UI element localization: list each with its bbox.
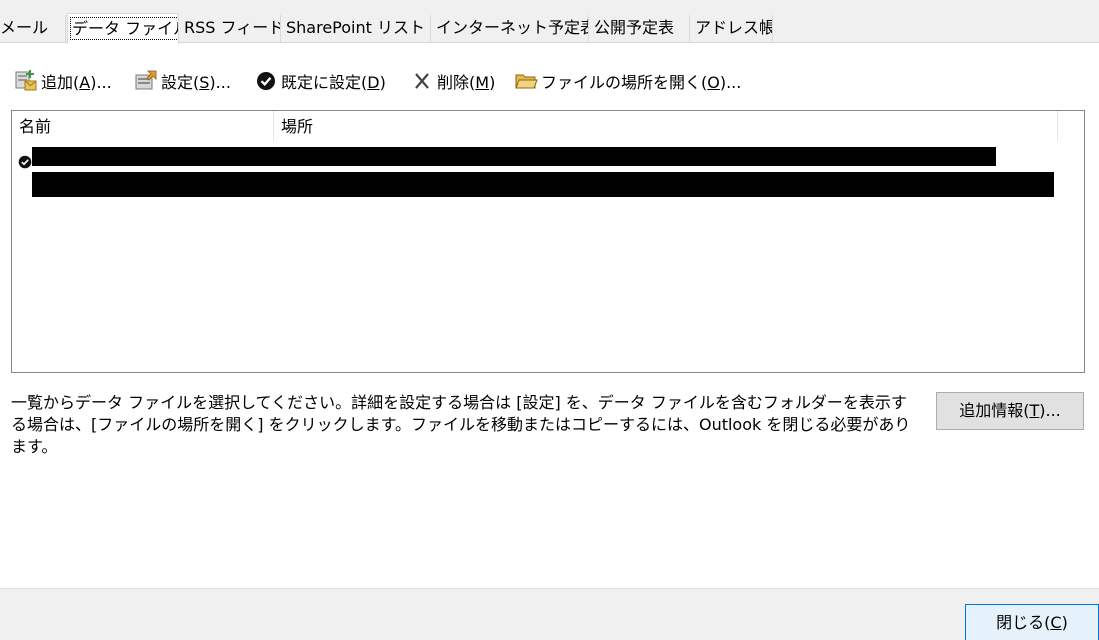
list-item[interactable] xyxy=(12,145,1084,199)
add-label: 追加(A)... xyxy=(41,73,112,92)
tab-address-books[interactable]: アドレス帳 xyxy=(691,15,773,43)
tab-label: メール xyxy=(0,18,49,37)
tab-rss-feeds[interactable]: RSS フィード xyxy=(180,15,281,43)
open-file-location-label: ファイルの場所を開く(O)... xyxy=(541,73,742,92)
redacted-location-bar xyxy=(32,172,1054,197)
add-data-file-icon xyxy=(14,69,38,93)
tab-label: 公開予定表 xyxy=(594,18,675,37)
tab-label: データ ファイル xyxy=(69,17,178,40)
column-header-name[interactable]: 名前 xyxy=(12,111,274,141)
default-check-icon xyxy=(18,154,32,169)
remove-button[interactable]: 削除(M) xyxy=(410,68,495,94)
add-button[interactable]: 追加(A)... xyxy=(14,68,112,94)
check-circle-icon xyxy=(254,69,278,93)
column-header-location[interactable]: 場所 xyxy=(274,111,1058,141)
toolbar: 追加(A)... 設定(S)... 既定に設定(D) 削除(M) ファイルの場所… xyxy=(0,60,1099,100)
remove-x-icon xyxy=(410,69,434,93)
folder-icon xyxy=(514,69,538,93)
settings-button[interactable]: 設定(S)... xyxy=(134,68,231,94)
list-header: 名前 場所 xyxy=(12,111,1084,141)
tab-label: SharePoint リスト xyxy=(286,18,425,37)
settings-icon xyxy=(134,69,158,93)
close-button[interactable]: 閉じる(C) xyxy=(965,604,1099,640)
more-info-button[interactable]: 追加情報(T)... xyxy=(936,392,1084,430)
column-header-label: 場所 xyxy=(281,117,314,136)
remove-label: 削除(M) xyxy=(437,73,496,92)
tab-label: インターネット予定表 xyxy=(436,18,589,37)
tab-internet-calendars[interactable]: インターネット予定表 xyxy=(432,15,589,43)
redacted-name-bar xyxy=(32,147,996,166)
description-text: 一覧からデータ ファイルを選択してください。詳細を設定する場合は [設定] を、… xyxy=(11,393,911,456)
set-as-default-label: 既定に設定(D) xyxy=(281,73,386,92)
account-settings-dialog: メール データ ファイル RSS フィード SharePoint リスト インタ… xyxy=(0,0,1099,640)
tab-sharepoint-lists[interactable]: SharePoint リスト xyxy=(282,15,431,43)
tab-published-calendars[interactable]: 公開予定表 xyxy=(590,15,690,43)
dialog-footer: 閉じる(C) xyxy=(0,588,1099,640)
column-header-label: 名前 xyxy=(19,117,52,136)
settings-label: 設定(S)... xyxy=(161,73,231,92)
open-file-location-button[interactable]: ファイルの場所を開く(O)... xyxy=(514,68,741,94)
set-as-default-button[interactable]: 既定に設定(D) xyxy=(254,68,386,94)
tab-label: アドレス帳 xyxy=(695,18,773,37)
tab-label: RSS フィード xyxy=(184,18,281,37)
data-file-list[interactable]: 名前 場所 xyxy=(11,110,1085,373)
tab-mail[interactable]: メール xyxy=(0,15,66,43)
tab-data-files[interactable]: データ ファイル xyxy=(67,13,179,44)
tab-strip: メール データ ファイル RSS フィード SharePoint リスト インタ… xyxy=(0,0,1099,44)
